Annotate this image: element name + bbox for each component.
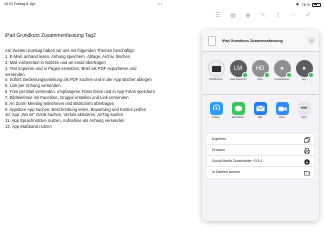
action-social-media-downloader[interactable]: Social Media Downloader +3.5.1: [207, 156, 314, 167]
person-hans[interactable]: HD Hans: [250, 60, 270, 82]
avatar-initials: LM: [233, 65, 243, 72]
app-mail[interactable]: Mail: [250, 102, 270, 119]
share-sheet: iPad Grundkurs Zusammenfassung × MacBook…: [202, 30, 319, 221]
messages-badge-icon: [307, 72, 314, 78]
person-silhouette-icon: ●: [302, 65, 306, 72]
person-silhouette-icon: ●: [280, 65, 284, 72]
person-label: Hans: [257, 79, 263, 81]
person-label: MacBook Air: [209, 79, 223, 81]
action-label: Kopieren: [212, 137, 227, 141]
note-body[interactable]: iPad Grundkurs Zusammenfassung Tag2 Am z…: [5, 33, 205, 130]
avatar: ●: [295, 60, 314, 78]
status-time: 16:01 Freitag 8. Apr.: [4, 2, 37, 6]
people-row: MacBook Air LM Lucia Messerlim HD Hans ●…: [202, 60, 319, 90]
action-copy[interactable]: Kopieren: [207, 134, 314, 145]
app-label: AirDrop: [212, 117, 220, 119]
action-label: Drucken: [212, 148, 226, 152]
person-label: Inge: [301, 79, 307, 81]
action-save-to-files[interactable]: In Dateien sichern: [207, 167, 314, 178]
folder-icon: [304, 170, 310, 176]
person-inge[interactable]: ● Inge: [294, 60, 314, 82]
action-label: In Dateien sichern: [212, 170, 241, 174]
app-label: Nachrichten: [231, 117, 245, 119]
messages-icon: [231, 102, 245, 115]
markup-icon[interactable]: ✎: [259, 11, 267, 19]
mail-icon: [253, 102, 267, 115]
compose-icon[interactable]: ✐: [304, 11, 312, 19]
apps-row: AirDrop Nachrichten Mail Zoom ••• Mehr: [202, 94, 319, 124]
app-label: Zoom: [279, 117, 285, 119]
share-actions: Kopieren Drucken Social Media Downloader…: [207, 134, 314, 183]
avatar: HD: [251, 60, 270, 78]
share-header: iPad Grundkurs Zusammenfassung ×: [202, 30, 319, 52]
printer-icon: [304, 147, 310, 154]
person-lucia[interactable]: LM Lucia Messerlim: [228, 60, 248, 82]
download-icon: [304, 158, 310, 165]
battery-percent: 76 %: [301, 2, 310, 7]
app-airdrop[interactable]: AirDrop: [206, 102, 226, 119]
avatar: ●: [273, 60, 292, 78]
status-indicators: 76 %: [295, 2, 321, 7]
zoom-icon: [275, 102, 289, 115]
document-thumbnail: [208, 36, 216, 46]
messages-badge-icon: [263, 72, 270, 78]
note-title: iPad Grundkurs Zusammenfassung Tag2: [5, 33, 96, 39]
action-group: Kopieren Drucken Social Media Downloader…: [207, 134, 314, 178]
status-bar: 16:01 Freitag 8. Apr. ••• 76 %: [0, 0, 325, 9]
copy-icon: [304, 136, 310, 143]
wifi-icon: [295, 2, 300, 7]
multitasking-dots[interactable]: •••: [157, 1, 163, 6]
messages-badge-icon: [241, 72, 248, 78]
avatar: LM: [229, 60, 248, 78]
app-label: Mehr: [301, 117, 307, 119]
close-button[interactable]: ×: [308, 37, 315, 44]
share-icon[interactable]: ⇪: [274, 11, 282, 19]
camera-icon[interactable]: ◉: [244, 11, 252, 19]
airdrop-icon: [209, 102, 223, 115]
share-title: iPad Grundkurs Zusammenfassung: [222, 39, 283, 43]
app-label: Mail: [257, 117, 263, 119]
more-apps-icon: •••: [297, 102, 311, 115]
battery-icon: [312, 2, 321, 7]
list-item: 12. App Maßband nutzen: [5, 124, 52, 130]
more-icon[interactable]: ⋯: [289, 11, 297, 19]
person-macbook-air[interactable]: MacBook Air: [206, 60, 226, 82]
person-label: Lucia Messerlim: [229, 79, 247, 81]
app-messages[interactable]: Nachrichten: [228, 102, 248, 119]
person-label: Frieda Eichner: [274, 79, 290, 81]
notes-toolbar: ☰ ▦ ◉ ✎ ⇪ ⋯ ✐: [0, 9, 325, 22]
messages-badge-icon: [285, 72, 292, 78]
person-frieda[interactable]: ● Frieda Eichner: [272, 60, 292, 82]
app-more[interactable]: ••• Mehr: [294, 102, 314, 119]
checklist-icon[interactable]: ☰: [214, 11, 222, 19]
table-icon[interactable]: ▦: [229, 11, 237, 19]
avatar-initials: HD: [255, 65, 265, 72]
laptop-icon: [207, 60, 225, 77]
action-label: Social Media Downloader +3.5.1: [212, 159, 263, 163]
app-zoom[interactable]: Zoom: [272, 102, 292, 119]
action-print[interactable]: Drucken: [207, 145, 314, 156]
note-list: 1. E-Mail, anhand lesen, Anhang speicher…: [5, 54, 205, 130]
